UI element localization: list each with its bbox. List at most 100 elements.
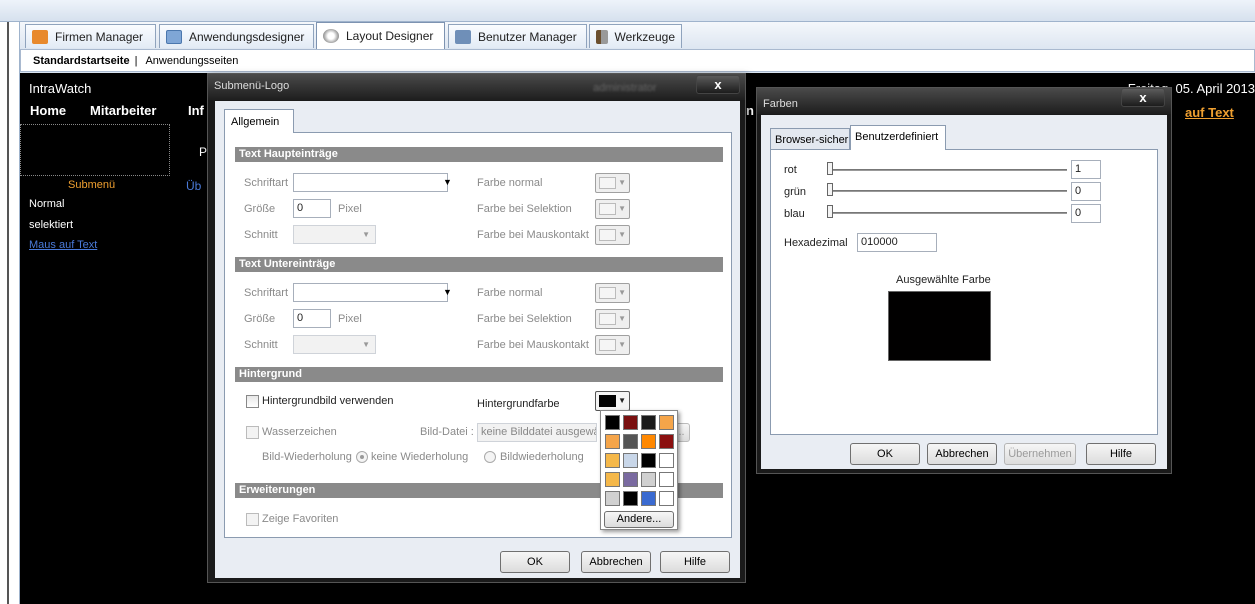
red-input[interactable]: 1 [1071, 160, 1101, 179]
palette-color-cell[interactable] [605, 434, 620, 449]
sub-color-selection-picker[interactable]: ▼ [595, 309, 630, 329]
color-selection-label: Farbe bei Selektion [477, 313, 572, 325]
main-color-selection-picker[interactable]: ▼ [595, 199, 630, 219]
red-slider[interactable] [827, 169, 1067, 171]
palette-color-cell[interactable] [605, 415, 620, 430]
preview-item-selected[interactable]: selektiert [29, 219, 73, 231]
close-icon[interactable]: x [696, 75, 740, 94]
hex-input[interactable]: 010000 [857, 233, 937, 252]
main-color-normal-picker[interactable]: ▼ [595, 173, 630, 193]
palette-color-cell[interactable] [659, 453, 674, 468]
preview-item-normal[interactable]: Normal [29, 198, 64, 210]
green-slider-thumb[interactable] [827, 183, 833, 196]
chevron-down-icon[interactable]: ▼ [441, 284, 454, 301]
preview-ul-fragment: Üb [186, 179, 202, 193]
apply-button[interactable]: Übernehmen [1004, 443, 1076, 465]
tab-layout-designer[interactable]: Layout Designer [316, 22, 445, 49]
sub-font-select[interactable] [293, 283, 448, 302]
sub-size-input[interactable]: 0 [293, 309, 331, 328]
preview-nav-info[interactable]: Inf [188, 103, 204, 118]
more-colors-button[interactable]: Andere... [604, 511, 674, 528]
subnav-separator: | [134, 54, 138, 67]
preview-nav-home[interactable]: Home [30, 103, 66, 118]
palette-color-cell[interactable] [623, 491, 638, 506]
palette-color-cell[interactable] [641, 472, 656, 487]
palette-color-cell[interactable] [623, 472, 638, 487]
ok-button[interactable]: OK [850, 443, 920, 465]
preview-right-link[interactable]: auf Text [1185, 105, 1234, 120]
palette-color-cell[interactable] [605, 453, 620, 468]
palette-color-cell[interactable] [641, 491, 656, 506]
preview-brand: IntraWatch [29, 81, 92, 96]
preview-item-hover[interactable]: Maus auf Text [29, 239, 97, 251]
logo-placeholder [20, 124, 170, 176]
tab-label: Benutzer Manager [478, 29, 577, 44]
show-favorites-checkbox[interactable] [246, 513, 259, 526]
main-size-input[interactable]: 0 [293, 199, 331, 218]
main-font-select[interactable] [293, 173, 448, 192]
style-label: Schnitt [244, 339, 278, 351]
tab-benutzer-manager[interactable]: Benutzer Manager [448, 24, 587, 48]
palette-color-cell[interactable] [623, 415, 638, 430]
palette-color-cell[interactable] [641, 453, 656, 468]
watermark-checkbox[interactable] [246, 426, 259, 439]
dialog-title: Submenü-Logo [214, 80, 290, 92]
green-slider[interactable] [827, 190, 1067, 192]
tab-anwendungsdesigner[interactable]: Anwendungsdesigner [159, 24, 314, 48]
blue-label: blau [784, 208, 805, 220]
close-icon[interactable]: x [1121, 88, 1165, 107]
cancel-button[interactable]: Abbrechen [927, 443, 997, 465]
red-label: rot [784, 164, 797, 176]
use-bg-image-checkbox[interactable] [246, 395, 259, 408]
palette-color-cell[interactable] [641, 434, 656, 449]
tab-panel: rot 1 grün 0 blau 0 Hexadezimal 010000 A… [770, 149, 1158, 435]
tab-allgemein[interactable]: Allgemein [224, 109, 294, 133]
help-button[interactable]: Hilfe [1086, 443, 1156, 465]
tools-icon [596, 29, 608, 44]
tab-browser-safe[interactable]: Browser-sicher [770, 128, 850, 149]
palette-color-cell[interactable] [659, 434, 674, 449]
palette-color-cell[interactable] [641, 415, 656, 430]
main-color-hover-picker[interactable]: ▼ [595, 225, 630, 245]
cancel-button[interactable]: Abbrechen [581, 551, 651, 573]
repeat-none-radio[interactable] [356, 451, 368, 463]
repeat-none-label: keine Wiederholung [371, 451, 469, 463]
tab-custom[interactable]: Benutzerdefiniert [850, 125, 946, 150]
color-normal-label: Farbe normal [477, 177, 543, 189]
palette-color-cell[interactable] [605, 491, 620, 506]
subnav-anwendungsseiten[interactable]: Anwendungsseiten [145, 55, 238, 67]
main-tab-bar: Firmen Manager Anwendungsdesigner Layout… [20, 22, 1255, 49]
palette-color-cell[interactable] [605, 472, 620, 487]
palette-color-cell[interactable] [659, 472, 674, 487]
palette-color-cell[interactable] [659, 415, 674, 430]
blue-slider[interactable] [827, 212, 1067, 214]
show-favorites-label: Zeige Favoriten [262, 513, 339, 525]
subnav-standardstartseite[interactable]: Standardstartseite [33, 55, 130, 67]
chevron-down-icon: ▼ [362, 340, 370, 349]
building-icon [32, 29, 48, 44]
palette-color-cell[interactable] [623, 453, 638, 468]
preview-submenu-title: Submenü [68, 179, 116, 191]
tab-firmen-manager[interactable]: Firmen Manager [25, 24, 156, 48]
sub-color-normal-picker[interactable]: ▼ [595, 283, 630, 303]
blue-slider-thumb[interactable] [827, 205, 833, 218]
hex-label: Hexadezimal [784, 237, 848, 249]
sub-color-hover-picker[interactable]: ▼ [595, 335, 630, 355]
repeat-yes-radio[interactable] [484, 451, 496, 463]
sub-style-select[interactable]: ▼ [293, 335, 376, 354]
blue-input[interactable]: 0 [1071, 204, 1101, 223]
bg-color-picker[interactable]: ▼ [595, 391, 630, 411]
ok-button[interactable]: OK [500, 551, 570, 573]
green-input[interactable]: 0 [1071, 182, 1101, 201]
chevron-down-icon[interactable]: ▼ [441, 174, 454, 191]
repeat-label: Bild-Wiederholung [262, 451, 352, 463]
tab-werkzeuge[interactable]: Werkzeuge [589, 24, 682, 48]
preview-nav-mitarbeiter[interactable]: Mitarbeiter [90, 103, 156, 118]
palette-color-cell[interactable] [623, 434, 638, 449]
main-style-select[interactable]: ▼ [293, 225, 376, 244]
section-background: Hintergrund [235, 367, 723, 382]
palette-color-cell[interactable] [659, 491, 674, 506]
red-slider-thumb[interactable] [827, 162, 833, 175]
help-button[interactable]: Hilfe [660, 551, 730, 573]
image-file-input[interactable]: keine Bilddatei ausgewä [477, 423, 597, 442]
